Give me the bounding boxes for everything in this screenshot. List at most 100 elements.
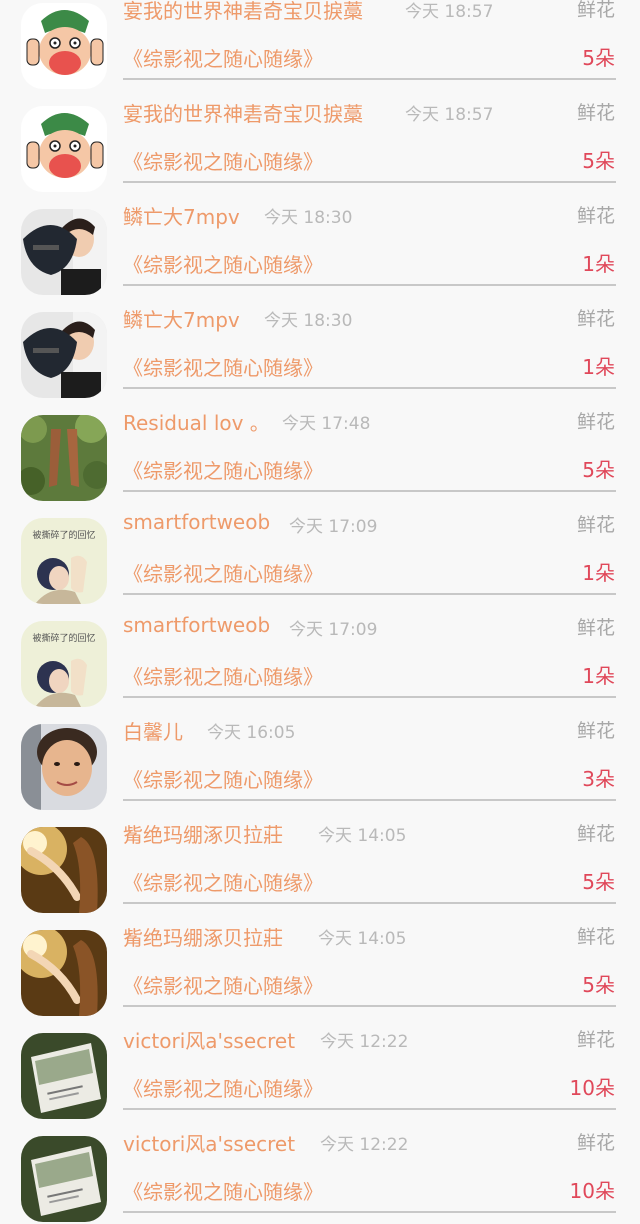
sender-name[interactable]: smartfortweob <box>123 510 270 534</box>
avatar[interactable] <box>21 106 107 192</box>
avatar-image-icon: 被撕碎了的回忆 <box>21 518 107 604</box>
list-item[interactable]: 被撕碎了的回忆 smartfortweob 今天 17:09 鲜花 《综影视之随心随缘… <box>0 503 640 606</box>
gift-time: 今天 18:57 <box>405 105 494 125</box>
gift-time: 今天 18:30 <box>264 311 353 331</box>
book-title-link[interactable]: 《综影视之随心随缘》 <box>123 43 323 72</box>
row-divider <box>123 696 616 698</box>
gift-type-label: 鲜花 <box>576 411 615 433</box>
sender-name[interactable]: 鳞亡大7mpv <box>123 304 240 333</box>
list-item[interactable]: 鳞亡大7mpv 今天 18:30 鲜花 《综影视之随心随缘》 1朵 <box>0 297 640 400</box>
gift-count: 5朵 <box>582 973 615 997</box>
gift-time: 今天 18:57 <box>405 2 494 22</box>
avatar-image-icon <box>21 724 107 810</box>
gift-time: 今天 12:22 <box>320 1032 409 1052</box>
gift-time: 今天 16:05 <box>207 723 296 743</box>
book-title-link[interactable]: 《综影视之随心随缘》 <box>123 249 323 278</box>
row-divider <box>123 799 616 801</box>
sender-name[interactable]: Residual lov 。 <box>123 407 270 436</box>
gift-record-list: 宴我的世界神砉奇宝贝捩藁 今天 18:57 鲜花 《综影视之随心随缘》 5朵 宴我的世界… <box>0 0 640 1224</box>
gift-count: 3朵 <box>582 767 615 791</box>
row-divider <box>123 1108 616 1110</box>
row-divider <box>123 902 616 904</box>
sender-name[interactable]: 宴我的世界神砉奇宝贝捩藁 <box>123 0 363 24</box>
sender-name[interactable]: 觜绝玛绷涿贝拉莊 <box>123 922 283 951</box>
sender-name[interactable]: 白馨儿 <box>123 716 183 745</box>
book-title-link[interactable]: 《综影视之随心随缘》 <box>123 867 323 896</box>
avatar[interactable]: 被撕碎了的回忆 <box>21 518 107 604</box>
book-title-link[interactable]: 《综影视之随心随缘》 <box>123 970 323 999</box>
gift-time: 今天 18:30 <box>264 208 353 228</box>
gift-type-label: 鲜花 <box>576 205 615 227</box>
book-title-link[interactable]: 《综影视之随心随缘》 <box>123 661 323 690</box>
avatar[interactable] <box>21 312 107 398</box>
avatar-image-icon <box>21 930 107 1016</box>
sender-name[interactable]: smartfortweob <box>123 613 270 637</box>
avatar[interactable]: 被撕碎了的回忆 <box>21 621 107 707</box>
sender-name[interactable]: 宴我的世界神砉奇宝贝捩藁 <box>123 98 363 127</box>
gift-count: 1朵 <box>582 252 615 276</box>
gift-type-label: 鲜花 <box>576 1029 615 1051</box>
gift-type-label: 鲜花 <box>576 926 615 948</box>
svg-text:被撕碎了的回忆: 被撕碎了的回忆 <box>32 529 95 541</box>
sender-name[interactable]: victori风a'ssecret <box>123 1128 295 1157</box>
gift-time: 今天 12:22 <box>320 1135 409 1155</box>
gift-type-label: 鲜花 <box>576 720 615 742</box>
book-title-link[interactable]: 《综影视之随心随缘》 <box>123 764 323 793</box>
list-item[interactable]: victori风a'ssecret 今天 12:22 鲜花 《综影视之随心随缘》 10朵 <box>0 1018 640 1121</box>
list-item[interactable]: 白馨儿 今天 16:05 鲜花《综影视之随心随缘》 3朵 <box>0 709 640 812</box>
gift-type-label: 鲜花 <box>576 102 615 124</box>
row-divider <box>123 284 616 286</box>
book-title-link[interactable]: 《综影视之随心随缘》 <box>123 1073 323 1102</box>
list-item[interactable]: 觜绝玛绷涿贝拉莊 今天 14:05 鲜花 《综影视之随心随缘》 5朵 <box>0 812 640 915</box>
gift-time: 今天 14:05 <box>318 929 407 949</box>
book-title-link[interactable]: 《综影视之随心随缘》 <box>123 352 323 381</box>
avatar-image-icon <box>21 209 107 295</box>
gift-type-label: 鲜花 <box>576 617 615 639</box>
avatar[interactable] <box>21 827 107 913</box>
row-divider <box>123 593 616 595</box>
list-item[interactable]: Residual lov 。今天 17:48 鲜花《综影视之随心随缘》 5朵 <box>0 400 640 503</box>
list-item[interactable]: 鳞亡大7mpv 今天 18:30 鲜花《综影视之随心随缘》 1朵 <box>0 194 640 297</box>
book-title-link[interactable]: 《综影视之随心随缘》 <box>123 558 323 587</box>
row-divider <box>123 490 616 492</box>
avatar-image-icon: 被撕碎了的回忆 <box>21 621 107 707</box>
avatar-image-icon <box>21 1033 107 1119</box>
avatar-image-icon <box>21 312 107 398</box>
avatar[interactable] <box>21 724 107 810</box>
avatar[interactable] <box>21 415 107 501</box>
avatar[interactable] <box>21 3 107 89</box>
gift-type-label: 鲜花 <box>576 1132 615 1154</box>
avatar-image-icon <box>21 415 107 501</box>
gift-time: 今天 17:09 <box>289 517 378 537</box>
book-title-link[interactable]: 《综影视之随心随缘》 <box>123 146 323 175</box>
gift-count: 5朵 <box>582 149 615 173</box>
gift-type-label: 鲜花 <box>576 823 615 845</box>
gift-count: 5朵 <box>582 870 615 894</box>
list-item[interactable]: victori风a'ssecret 今天 12:22 鲜花 《综影视之随心随缘》 10朵 <box>0 1121 640 1224</box>
sender-name[interactable]: 觜绝玛绷涿贝拉莊 <box>123 819 283 848</box>
gift-count: 10朵 <box>569 1179 615 1203</box>
gift-time: 今天 17:48 <box>282 414 371 434</box>
list-item[interactable]: 觜绝玛绷涿贝拉莊 今天 14:05 鲜花《综影视之随心随缘》 5朵 <box>0 915 640 1018</box>
row-divider <box>123 78 616 80</box>
avatar[interactable] <box>21 209 107 295</box>
list-item[interactable]: 宴我的世界神砉奇宝贝捩藁 今天 18:57 鲜花《综影视之随心随缘》 5朵 <box>0 91 640 194</box>
gift-count: 1朵 <box>582 664 615 688</box>
avatar[interactable] <box>21 930 107 1016</box>
svg-text:被撕碎了的回忆: 被撕碎了的回忆 <box>32 632 95 644</box>
list-item[interactable]: 被撕碎了的回忆 smartfortweob 今天 17:09 鲜花 《综影视之随心随缘… <box>0 606 640 709</box>
row-divider <box>123 387 616 389</box>
sender-name[interactable]: victori风a'ssecret <box>123 1025 295 1054</box>
avatar-image-icon <box>21 3 107 89</box>
sender-name[interactable]: 鳞亡大7mpv <box>123 201 240 230</box>
avatar[interactable] <box>21 1136 107 1222</box>
row-divider <box>123 181 616 183</box>
gift-count: 5朵 <box>582 46 615 70</box>
gift-type-label: 鲜花 <box>576 0 615 21</box>
list-item[interactable]: 宴我的世界神砉奇宝贝捩藁 今天 18:57 鲜花《综影视之随心随缘》 5朵 <box>0 0 640 91</box>
book-title-link[interactable]: 《综影视之随心随缘》 <box>123 455 323 484</box>
avatar[interactable] <box>21 1033 107 1119</box>
avatar-image-icon <box>21 827 107 913</box>
gift-count: 1朵 <box>582 561 615 585</box>
gift-count: 5朵 <box>582 458 615 482</box>
